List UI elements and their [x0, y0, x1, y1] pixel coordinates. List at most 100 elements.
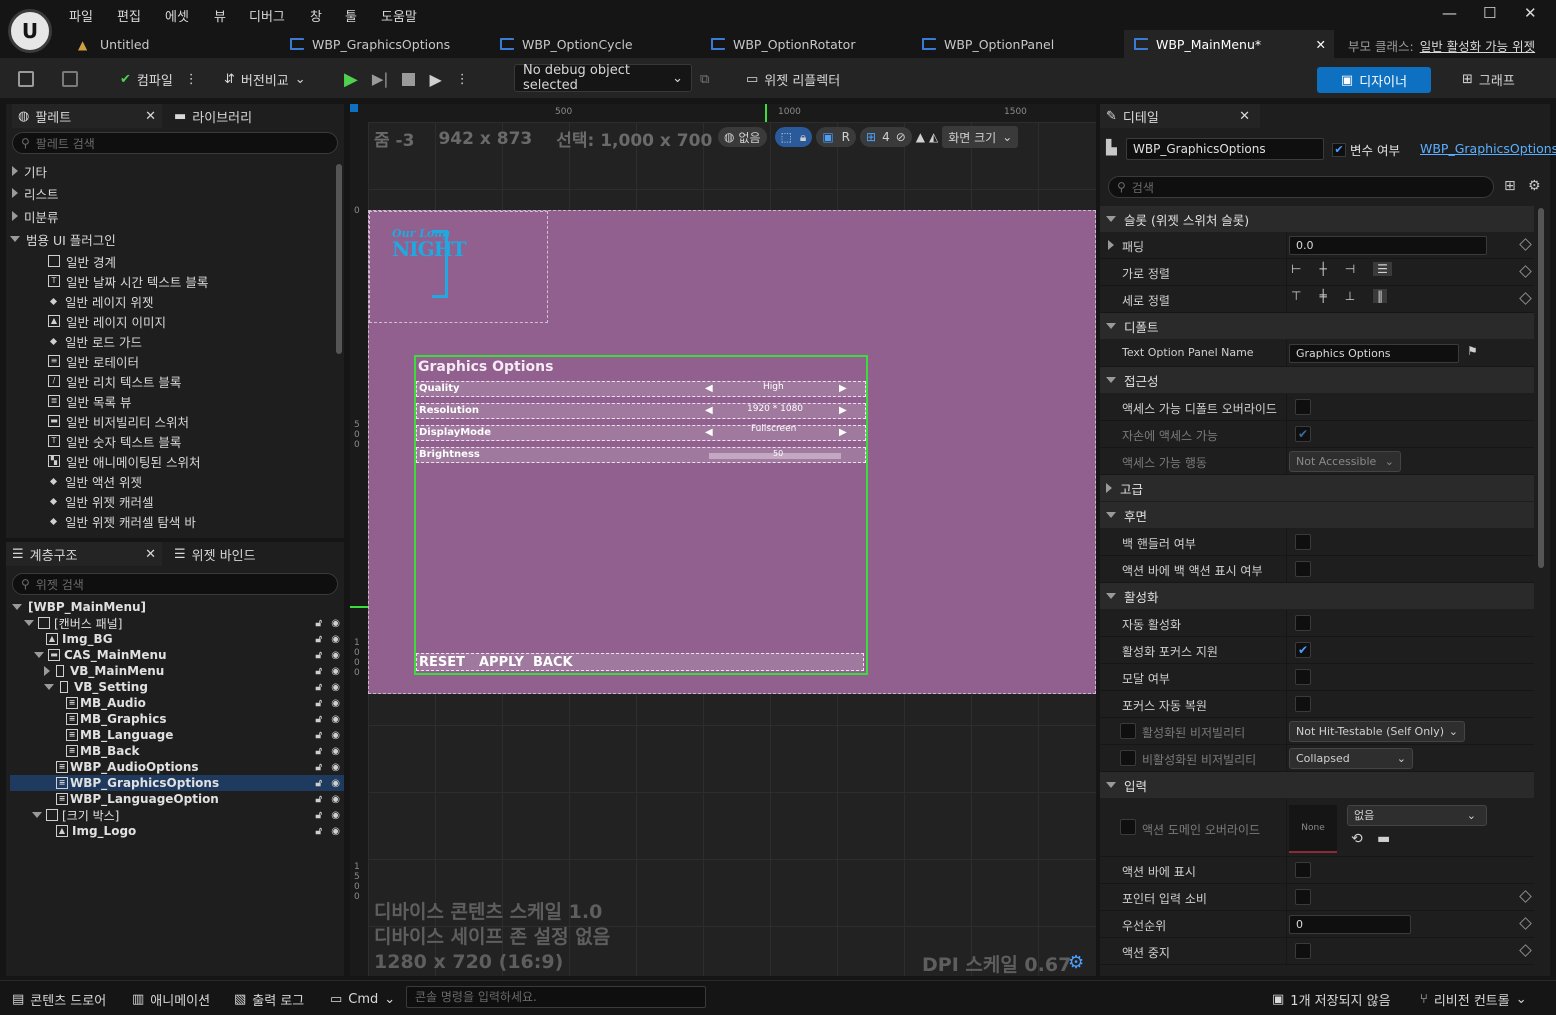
debug-filter-icon[interactable]: ⧉: [700, 66, 709, 92]
hierarchy-row[interactable]: ≡ MB_Graphics 🔓︎ ◉: [10, 711, 344, 727]
eye-icon[interactable]: ◉: [331, 618, 340, 629]
menu-window[interactable]: 창: [310, 6, 322, 25]
apply-button[interactable]: APPLY: [479, 655, 524, 670]
consume-pointer-checkbox[interactable]: [1295, 889, 1311, 905]
save-icon[interactable]: [18, 66, 34, 92]
lock-icon[interactable]: 🔓︎: [316, 682, 322, 693]
palette-item[interactable]: T 일반 날짜 시간 텍스트 블록: [48, 271, 208, 291]
eye-icon[interactable]: ◉: [331, 714, 340, 725]
details-search-input[interactable]: ⚲ 검색: [1108, 176, 1494, 198]
tab-hierarchy[interactable]: ☰ 계층구조 ✕: [6, 542, 162, 566]
r-toggle-icon[interactable]: R: [842, 130, 850, 144]
option-row-display-mode[interactable]: DisplayMode ◀ Fullscreen ▶: [416, 424, 866, 441]
hierarchy-row[interactable]: [크기 박스] 🔓︎ ◉: [10, 807, 344, 823]
graph-button[interactable]: ⊞ 그래프: [1462, 66, 1515, 92]
class-link[interactable]: WBP_GraphicsOptions: [1420, 141, 1556, 156]
lock-icon[interactable]: 🔓︎: [316, 698, 322, 709]
is-variable-checkbox[interactable]: ✔ 변수 여부: [1332, 140, 1400, 159]
palette-category[interactable]: 리스트: [12, 183, 59, 203]
arrow-left-icon[interactable]: ◀: [705, 405, 713, 416]
cmd-select[interactable]: ▭ Cmd ⌄: [330, 989, 395, 1009]
option-row-brightness[interactable]: Brightness 50: [416, 447, 866, 463]
eye-icon[interactable]: ◉: [331, 666, 340, 677]
menu-edit[interactable]: 편집: [117, 6, 141, 25]
action-stop-checkbox[interactable]: [1295, 943, 1311, 959]
section-default[interactable]: 디폴트: [1100, 313, 1534, 339]
close-panel-icon[interactable]: ✕: [145, 547, 156, 562]
minimize-icon[interactable]: —: [1442, 4, 1457, 22]
section-advanced[interactable]: 고급: [1100, 475, 1534, 501]
align-middle-icon[interactable]: ╪: [1319, 289, 1326, 303]
palette-item[interactable]: 일반 위젯 캐러셀: [48, 491, 153, 511]
eject-icon[interactable]: ▶: [429, 70, 441, 89]
transform-icon[interactable]: ⊘: [896, 130, 906, 144]
hierarchy-search-input[interactable]: ⚲ 위젯 검색: [12, 573, 338, 595]
flip-icon[interactable]: ◭: [929, 130, 938, 144]
tab-option-panel[interactable]: WBP_OptionPanel: [912, 30, 1112, 58]
lock-icon[interactable]: 🔓︎: [316, 746, 322, 757]
deactivated-visibility-select[interactable]: Collapsed ⌄: [1289, 748, 1413, 769]
arrow-left-icon[interactable]: ◀: [705, 383, 713, 394]
layout-icon[interactable]: ▣: [822, 130, 833, 144]
animation-button[interactable]: ▥ 애니메이션: [132, 989, 210, 1009]
padding-input[interactable]: 0.0: [1289, 236, 1487, 255]
hierarchy-row[interactable]: ≡ WBP_LanguageOption 🔓︎ ◉: [10, 791, 344, 807]
eye-icon[interactable]: ◉: [331, 762, 340, 773]
palette-item[interactable]: 일반 액션 위젯: [48, 471, 142, 491]
tab-option-rotator[interactable]: WBP_OptionRotator: [701, 30, 901, 58]
eye-icon[interactable]: ◉: [331, 650, 340, 661]
step-icon[interactable]: ▶|: [372, 70, 389, 88]
arrow-right-icon[interactable]: ▶: [839, 427, 847, 438]
table-view-icon[interactable]: ⊞: [1504, 178, 1516, 194]
hierarchy-row[interactable]: ≡ MB_Back 🔓︎ ◉: [10, 743, 344, 759]
activated-visibility-select[interactable]: Not Hit-Testable (Self Only) ⌄: [1289, 721, 1465, 742]
show-action-bar-checkbox[interactable]: [1295, 862, 1311, 878]
menu-view[interactable]: 뷰: [214, 6, 226, 25]
eye-icon[interactable]: ◉: [331, 730, 340, 741]
content-drawer-button[interactable]: ▤ 콘텐츠 드로어: [12, 989, 106, 1009]
menu-asset[interactable]: 에셋: [165, 6, 189, 25]
hierarchy-row-selected[interactable]: ≡ WBP_GraphicsOptions 🔓︎ ◉: [10, 775, 344, 791]
lock-icon[interactable]: 🔓︎: [316, 794, 322, 805]
hierarchy-row[interactable]: ≡ MB_Audio 🔓︎ ◉: [10, 695, 344, 711]
lock-icon[interactable]: 🔒︎: [800, 130, 806, 145]
maximize-icon[interactable]: ☐: [1483, 4, 1496, 22]
tab-library[interactable]: ▬ 라이브러리: [174, 104, 252, 128]
access-override-checkbox[interactable]: [1295, 399, 1311, 415]
menu-tools[interactable]: 툴: [345, 6, 357, 25]
section-input[interactable]: 입력: [1100, 772, 1534, 798]
browse-asset-icon[interactable]: ▬: [1377, 831, 1390, 847]
localization-select[interactable]: ◍ 없음: [718, 127, 767, 147]
screen-size-select[interactable]: 화면 크기 ⌄: [942, 126, 1019, 148]
browse-icon[interactable]: [62, 66, 78, 92]
widget-reflector-button[interactable]: ▭ 위젯 리플렉터: [746, 66, 840, 92]
lock-icon[interactable]: 🔓︎: [316, 762, 322, 773]
eye-icon[interactable]: ◉: [331, 826, 340, 837]
palette-item[interactable]: 일반 위젯 캐러셀 탐색 바: [48, 511, 196, 531]
respect-locks[interactable]: ▣ R: [816, 127, 856, 147]
hierarchy-row[interactable]: [WBP_MainMenu]: [10, 599, 344, 615]
diff-button[interactable]: ⇵ 버전비교 ⌄: [224, 66, 306, 92]
console-input[interactable]: 콘솔 명령을 입력하세요.: [406, 986, 706, 1008]
settings-gear-icon[interactable]: ⚙: [1528, 178, 1541, 194]
section-slot[interactable]: 슬롯 (위젯 스위처 슬롯): [1100, 206, 1534, 232]
palette-item[interactable]: 일반 레이지 위젯: [48, 291, 153, 311]
lock-icon[interactable]: 🔓︎: [316, 634, 322, 645]
palette-search-input[interactable]: ⚲ 팔레트 검색: [12, 132, 338, 154]
tab-untitled[interactable]: ▲ Untitled: [68, 30, 268, 58]
section-accessibility[interactable]: 접근성: [1100, 367, 1534, 393]
eye-icon[interactable]: ◉: [331, 746, 340, 757]
arrow-right-icon[interactable]: ▶: [839, 383, 847, 394]
align-fill-icon[interactable]: ☰: [1373, 262, 1392, 276]
image-preview-icon[interactable]: ▲: [916, 130, 925, 144]
outline-toggles[interactable]: ⬚ 🔒︎: [774, 127, 813, 147]
tab-details[interactable]: ✎ 디테일 ✕: [1100, 104, 1260, 128]
option-row-resolution[interactable]: Resolution ◀ 1920 * 1080 ▶: [416, 403, 866, 419]
logo-size-box[interactable]: Our Long NIGHT: [369, 211, 548, 323]
eye-icon[interactable]: ◉: [331, 698, 340, 709]
debug-object-select[interactable]: No debug object selected ⌄: [514, 63, 692, 93]
section-activation[interactable]: 활성화: [1100, 583, 1534, 609]
hierarchy-row[interactable]: ▲ Img_Logo 🔓︎ ◉: [10, 823, 344, 839]
parent-class-link[interactable]: 일반 활성화 가능 위젯: [1420, 36, 1535, 55]
palette-item[interactable]: 일반 경계: [48, 251, 116, 271]
